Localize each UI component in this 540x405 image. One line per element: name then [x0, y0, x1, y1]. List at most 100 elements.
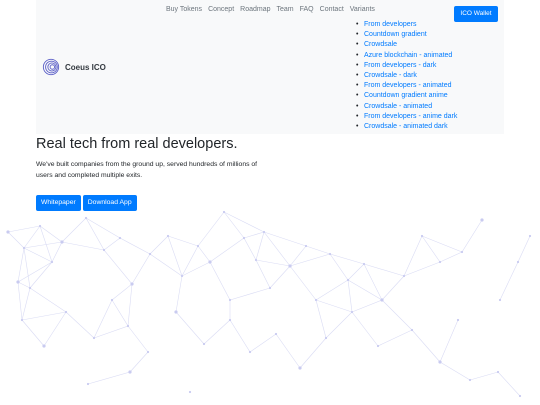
variant-item[interactable]: Crowdsale - animated dark [356, 122, 457, 132]
network-link [149, 235, 169, 255]
network-link [43, 311, 67, 347]
nav-roadmap[interactable]: Roadmap [240, 6, 270, 13]
hero-buttons: Whitepaper Download App [36, 195, 137, 211]
network-node [254, 258, 258, 262]
network-node [118, 236, 122, 240]
nav-team[interactable]: Team [277, 6, 294, 13]
network-link [51, 241, 63, 263]
network-node [498, 298, 502, 302]
network-node [350, 310, 354, 314]
network-node [92, 336, 96, 340]
network-node [130, 282, 134, 286]
network-link [223, 211, 245, 239]
network-node [228, 318, 232, 322]
nav-concept[interactable]: Concept [208, 6, 234, 13]
navbar: Coeus ICO Buy Tokens Concept Roadmap Tea… [36, 0, 504, 134]
network-link [167, 235, 183, 277]
network-link [289, 253, 331, 267]
network-node [84, 216, 88, 220]
hero: Real tech from real developers. We've bu… [36, 134, 296, 181]
network-link [23, 247, 31, 289]
network-link [263, 231, 291, 267]
network-link [85, 217, 105, 251]
network-link [197, 211, 225, 247]
network-node [248, 350, 252, 354]
network-node [268, 286, 272, 290]
network-link [439, 319, 459, 363]
ico-wallet-button[interactable]: ICO Wallet [454, 6, 498, 22]
network-link [243, 237, 257, 261]
network-link [299, 337, 327, 369]
nav-faq[interactable]: FAQ [300, 6, 314, 13]
network-link [351, 299, 383, 313]
variant-item[interactable]: Crowdsale - dark [356, 71, 457, 81]
network-link [21, 319, 45, 347]
network-link [347, 279, 353, 313]
variant-item[interactable]: Azure blockchain - animated [356, 51, 457, 61]
network-link [249, 333, 277, 353]
network-link [461, 219, 483, 253]
network-link [175, 311, 205, 345]
network-link [377, 329, 413, 347]
network-node [528, 234, 532, 238]
network-node [42, 344, 46, 348]
variant-item[interactable]: Countdown gradient [356, 30, 457, 40]
network-node [362, 262, 366, 266]
network-link [351, 311, 379, 347]
network-link [381, 275, 405, 301]
network-node [180, 274, 184, 278]
network-node [518, 394, 522, 398]
network-link [275, 333, 301, 369]
network-link [315, 279, 349, 301]
network-node [222, 210, 226, 214]
nav-buy-tokens[interactable]: Buy Tokens [166, 6, 202, 13]
network-link [23, 225, 41, 249]
network-node [64, 310, 68, 314]
network-link [87, 371, 131, 385]
network-link [17, 281, 23, 321]
variant-item[interactable]: From developers [356, 20, 457, 30]
network-link [289, 265, 317, 301]
network-link [85, 217, 121, 239]
network-node [274, 332, 278, 336]
download-app-button[interactable]: Download App [82, 195, 137, 211]
network-link [17, 261, 53, 283]
network-link [411, 329, 441, 363]
network-link [315, 299, 327, 339]
brand-name: Coeus ICO [65, 62, 106, 72]
network-node [298, 366, 302, 370]
network-node [242, 236, 246, 240]
brand[interactable]: Coeus ICO [42, 58, 106, 76]
network-link [209, 237, 245, 263]
variant-item[interactable]: Crowdsale - animated [356, 102, 457, 112]
network-node [438, 260, 442, 264]
network-node [28, 286, 32, 290]
network-node [420, 234, 424, 238]
nav-variants[interactable]: Variants [350, 6, 375, 13]
whitepaper-button[interactable]: Whitepaper [36, 195, 81, 211]
network-link [439, 251, 463, 263]
network-link [23, 241, 63, 249]
variant-item[interactable]: Countdown gradient anime [356, 91, 457, 101]
variant-item[interactable]: From developers - anime dark [356, 112, 457, 122]
variant-item[interactable]: From developers - animated [356, 81, 457, 91]
network-node [376, 344, 380, 348]
network-link [363, 263, 405, 277]
network-link [29, 287, 67, 313]
network-link [149, 253, 183, 277]
network-node [166, 234, 170, 238]
network-link [209, 261, 231, 301]
network-link [103, 249, 133, 285]
network-link [21, 311, 67, 321]
network-node [346, 278, 350, 282]
nav-contact[interactable]: Contact [320, 6, 344, 13]
network-node [20, 318, 24, 322]
variant-item[interactable]: Crowdsale [356, 40, 457, 50]
network-link [255, 259, 291, 267]
network-link [111, 299, 129, 327]
network-node [146, 350, 150, 354]
variant-item[interactable]: From developers - dark [356, 61, 457, 71]
network-link [517, 235, 531, 263]
network-node [148, 252, 152, 256]
hero-subtitle: We've built companies from the ground up… [36, 161, 258, 179]
